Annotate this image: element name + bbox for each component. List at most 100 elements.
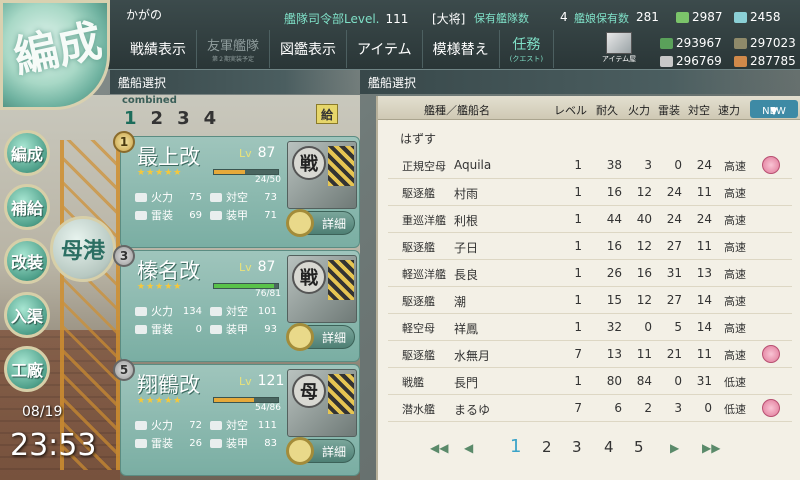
- ship-firepower: 12: [636, 293, 652, 307]
- menu-remodel-room[interactable]: 模様替え: [423, 30, 500, 68]
- ship-row[interactable]: 潜水艦 まるゆ 7 6 2 3 0 低速: [388, 395, 792, 422]
- stat-torpedo: 雷装 26: [135, 435, 210, 451]
- ship-row[interactable]: 駆逐艦 潮 1 15 12 27 14 高速: [388, 287, 792, 314]
- nav-remodel-button[interactable]: 改装: [4, 238, 50, 284]
- ship-hp: 80: [606, 374, 622, 388]
- ship-row[interactable]: 軽巡洋艦 長良 1 26 16 31 13 高速: [388, 260, 792, 287]
- ship-torpedo: 0: [674, 374, 682, 388]
- menu-item[interactable]: アイテム: [347, 30, 423, 68]
- lock-heart-icon: [762, 399, 780, 417]
- nav-factory-button[interactable]: 工廠: [4, 346, 50, 392]
- fleet-tab-4[interactable]: 4: [204, 108, 217, 129]
- ship-antiair: 11: [696, 347, 712, 361]
- page-1[interactable]: 1: [510, 436, 521, 457]
- change-tag: [328, 146, 354, 186]
- prev-page-icon[interactable]: ◀: [464, 441, 473, 455]
- ship-portrait: 戦: [287, 141, 357, 209]
- hp-value: 24/50: [255, 175, 281, 185]
- page-3[interactable]: 3: [572, 438, 582, 456]
- ship-level: Lv 87: [239, 145, 276, 161]
- steel-icon: [660, 55, 673, 67]
- remove-ship-option[interactable]: はずす: [400, 130, 436, 147]
- stat-firepower: 火力 72: [135, 417, 210, 433]
- detail-button[interactable]: 詳細: [286, 209, 355, 237]
- ship-row[interactable]: 重巡洋艦 利根 1 44 40 24 24 高速: [388, 206, 792, 233]
- nav-supply-button[interactable]: 補給: [4, 184, 50, 230]
- nav-formation-button[interactable]: 編成: [4, 130, 50, 176]
- ship-card-2[interactable]: 3 榛名改 Lv 87 ★★★★★ 76/81 火力 134 対空 101 雷装 0 装…: [113, 245, 360, 362]
- item-shop-button[interactable]: アイテム屋: [598, 32, 640, 66]
- ship-row[interactable]: 駆逐艦 水無月 7 13 11 21 11 高速: [388, 341, 792, 368]
- page-2[interactable]: 2: [542, 438, 552, 456]
- nav-port-button[interactable]: 母港: [50, 216, 116, 282]
- ship-stats: 火力 134 対空 101 雷装 0 装甲 93: [135, 303, 285, 337]
- page-4[interactable]: 4: [604, 438, 614, 456]
- ship-row[interactable]: 駆逐艦 村雨 1 16 12 24 11 高速: [388, 179, 792, 206]
- detail-button[interactable]: 詳細: [286, 323, 355, 351]
- armor-icon: [210, 438, 222, 448]
- sort-button[interactable]: ▼ NEW: [750, 100, 798, 118]
- header-bar: かがの 艦隊司令部Level. 111 [大将] 保有艦隊数 4 艦娘保有数 28…: [0, 0, 800, 70]
- ship-row[interactable]: 軽空母 祥鳳 1 32 0 5 14 高速: [388, 314, 792, 341]
- ship-hp: 38: [606, 158, 622, 172]
- ship-speed: 高速: [724, 187, 746, 200]
- ship-card-1[interactable]: 1 最上改 Lv 87 ★★★★★ 24/50 火力 75 対空 73 雷装 69 装甲…: [113, 131, 360, 248]
- detail-button[interactable]: 詳細: [286, 437, 355, 465]
- ship-name: 利根: [454, 214, 479, 228]
- stat-antiair: 対空 111: [210, 417, 285, 433]
- ship-row[interactable]: 駆逐艦 子日 1 16 12 27 11 高速: [388, 233, 792, 260]
- devmat-resource: 2458: [734, 10, 781, 24]
- ship-hp: 16: [606, 239, 622, 253]
- ship-class: 正規空母: [402, 160, 446, 173]
- change-tag: [328, 374, 354, 414]
- menu-record[interactable]: 戦績表示: [120, 30, 197, 68]
- ship-portrait: 戦: [287, 255, 357, 323]
- ship-level: Lv 121: [239, 373, 285, 389]
- ship-level: 1: [574, 185, 582, 199]
- col-level: レベル: [554, 104, 587, 117]
- fleet-tab-2[interactable]: 2: [151, 108, 164, 129]
- ship-row[interactable]: 戦艦 長門 1 80 84 0 31 低速: [388, 368, 792, 395]
- rarity-stars: ★★★★★: [137, 282, 183, 292]
- ship-name: 潮: [454, 295, 467, 309]
- ship-torpedo: 24: [666, 185, 682, 199]
- section-title-left: 艦船選択: [110, 70, 360, 94]
- ship-name: 長門: [454, 376, 479, 390]
- ship-card-3[interactable]: 5 翔鶴改 Lv 121 ★★★★★ 54/86 火力 72 対空 111 雷装 26 …: [113, 359, 360, 476]
- fleet-tab-1[interactable]: 1: [124, 108, 137, 129]
- torpedo-icon: [135, 324, 147, 334]
- clock-time: 23:53: [10, 428, 97, 463]
- supply-badge[interactable]: 給: [316, 104, 338, 124]
- page-5[interactable]: 5: [634, 438, 644, 456]
- hp-fill: [214, 284, 275, 288]
- ship-name: 子日: [454, 241, 479, 255]
- menu-library[interactable]: 図鑑表示: [270, 30, 348, 68]
- nav-dock-button[interactable]: 入渠: [4, 292, 50, 338]
- stat-torpedo: 雷装 0: [135, 321, 210, 337]
- ship-antiair: 11: [696, 239, 712, 253]
- ship-stats: 火力 72 対空 111 雷装 26 装甲 83: [135, 417, 285, 451]
- menu-quest[interactable]: 任務 (クエスト): [500, 30, 555, 68]
- ship-hp: 15: [606, 293, 622, 307]
- armor-icon: [210, 210, 222, 220]
- slot-number: 3: [113, 245, 135, 267]
- ship-type-badge: 戦: [292, 146, 326, 180]
- torpedo-icon: [135, 210, 147, 220]
- first-page-icon[interactable]: ◀◀: [430, 441, 448, 455]
- ship-level: 7: [574, 401, 582, 415]
- antiair-icon: [210, 420, 222, 430]
- ship-hp: 32: [606, 320, 622, 334]
- fleet-tab-3[interactable]: 3: [177, 108, 190, 129]
- col-firepower: 火力: [628, 104, 650, 117]
- ship-firepower: 40: [636, 212, 652, 226]
- steel-resource: 296769: [660, 54, 722, 68]
- rarity-stars: ★★★★★: [137, 168, 183, 178]
- fleet-tabs: 1 2 3 4: [124, 108, 216, 129]
- ship-torpedo: 5: [674, 320, 682, 334]
- ship-class: 駆逐艦: [402, 241, 435, 254]
- next-page-icon[interactable]: ▶: [670, 441, 679, 455]
- ship-row[interactable]: 正規空母 Aquila 1 38 3 0 24 高速: [388, 152, 792, 179]
- last-page-icon[interactable]: ▶▶: [702, 441, 720, 455]
- fuel-resource: 293967: [660, 36, 722, 50]
- ship-antiair: 14: [696, 320, 712, 334]
